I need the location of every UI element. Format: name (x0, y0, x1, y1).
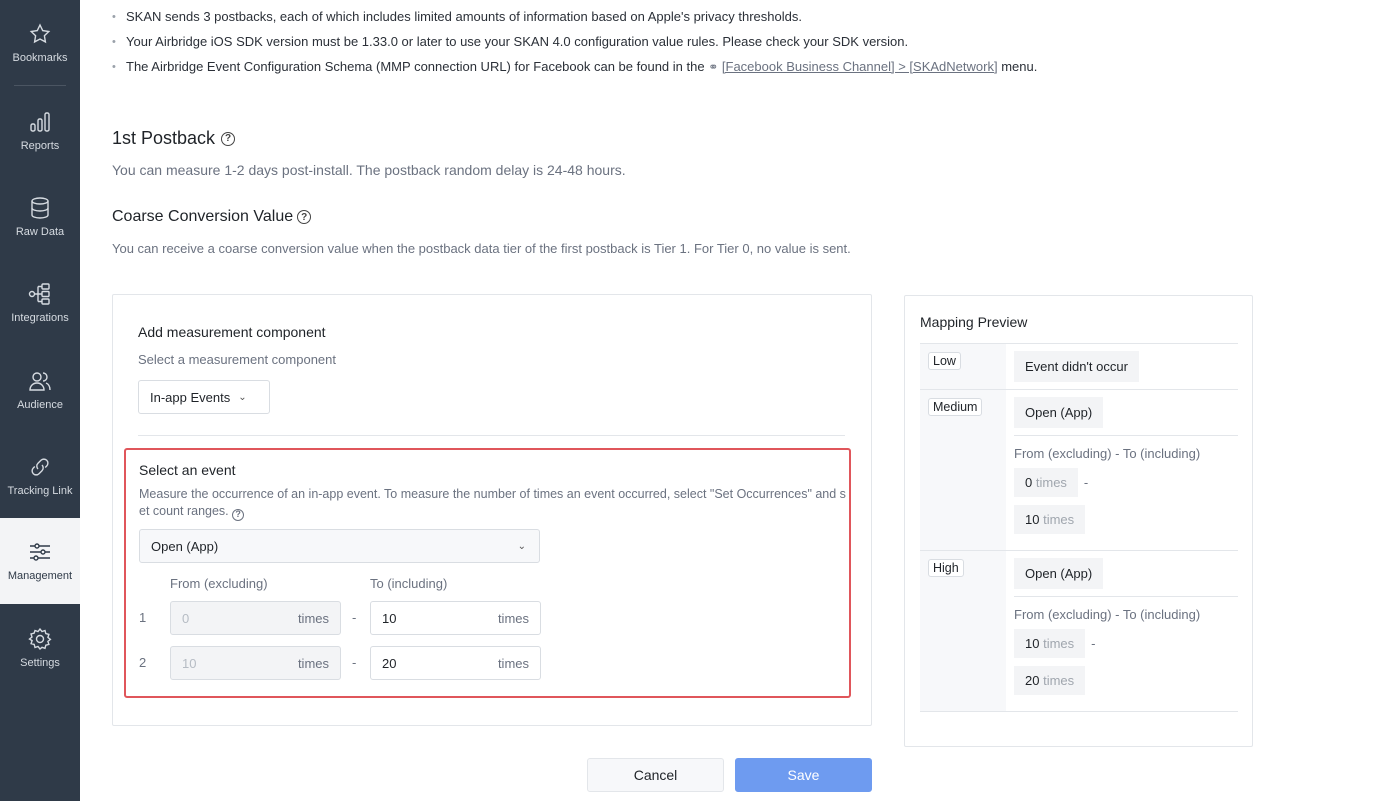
postback-title: 1st Postback ? (112, 128, 236, 149)
link-icon (31, 458, 49, 476)
main-content: SKAN sends 3 postbacks, each of which in… (80, 0, 1400, 801)
count-chip: 10 times (1014, 629, 1086, 658)
event-title: Select an event (139, 462, 236, 478)
count-chip: 10 times (1014, 505, 1086, 534)
sidebar-item-tracking-link[interactable]: Tracking Link (0, 433, 80, 519)
link-icon: ⚭ (708, 60, 719, 74)
integrations-icon (28, 283, 50, 305)
help-icon[interactable]: ? (297, 210, 312, 224)
event-select[interactable]: Open (App) ⌄ (139, 529, 540, 563)
tier-tag: Low (928, 352, 961, 370)
range-row-number: 1 (139, 610, 147, 625)
sidebar-item-audience[interactable]: Audience (0, 347, 80, 433)
from-label: From (excluding) (170, 576, 268, 591)
sidebar-item-raw-data[interactable]: Raw Data (0, 174, 80, 260)
sidebar-item-label: Reports (20, 140, 60, 152)
users-icon (29, 372, 51, 391)
coarse-title: Coarse Conversion Value ? (112, 208, 312, 226)
tier-tag: High (928, 559, 964, 577)
range-row-number: 2 (139, 655, 147, 670)
help-icon[interactable]: ? (232, 508, 245, 521)
sidebar-item-settings[interactable]: Settings (0, 605, 80, 691)
star-icon (29, 23, 51, 44)
cancel-button[interactable]: Cancel (587, 758, 724, 792)
divider (138, 435, 845, 436)
notes-list: SKAN sends 3 postbacks, each of which in… (112, 8, 1037, 83)
count-chip: 0 times (1014, 468, 1078, 497)
sidebar-item-label: Raw Data (15, 226, 65, 238)
mapping-row-high: High Open (App) From (excluding) - To (i… (920, 550, 1238, 712)
range-label: From (excluding) - To (including) (1014, 446, 1201, 461)
mapping-table: Low Event didn't occur Medium Open (App)… (920, 343, 1238, 712)
sidebar-item-label: Settings (20, 657, 60, 669)
sidebar-item-management[interactable]: Management (0, 518, 80, 604)
database-icon (31, 197, 49, 219)
event-chip: Open (App) (1014, 397, 1104, 428)
measurement-panel: Add measurement component Select a measu… (112, 294, 872, 726)
mapping-row-low: Low Event didn't occur (920, 343, 1238, 389)
note-item: SKAN sends 3 postbacks, each of which in… (112, 8, 1037, 33)
range-to-input[interactable]: 10 times (370, 601, 541, 635)
sliders-icon (30, 543, 50, 561)
event-desc: Measure the occurrence of an in-app even… (139, 487, 846, 521)
count-chip: 20 times (1014, 666, 1086, 695)
component-title: Add measurement component (138, 324, 326, 340)
range-separator: - (352, 655, 357, 670)
sidebar-item-bookmarks[interactable]: Bookmarks (0, 0, 80, 86)
component-desc: Select a measurement component (138, 352, 336, 367)
select-event-section: Select an event Measure the occurrence o… (124, 448, 851, 698)
note-item: The Airbridge Event Configuration Schema… (112, 58, 1037, 83)
chevron-down-icon: ⌄ (517, 540, 526, 552)
help-icon[interactable]: ? (221, 131, 236, 146)
sidebar-item-label: Tracking Link (7, 485, 73, 497)
tier-tag: Medium (928, 398, 983, 416)
component-select[interactable]: In-app Events ⌄ (138, 380, 270, 414)
range-separator: - (352, 610, 357, 625)
sidebar-item-label: Integrations (11, 312, 69, 324)
sidebar-item-label: Management (7, 570, 73, 582)
postback-desc: You can measure 1-2 days post-install. T… (112, 162, 626, 178)
range-to-input[interactable]: 20 times (370, 646, 541, 680)
mapping-preview-title: Mapping Preview (920, 314, 1028, 330)
sidebar-divider (14, 85, 66, 86)
coarse-desc: You can receive a coarse conversion valu… (112, 241, 851, 256)
event-chip: Open (App) (1014, 558, 1104, 589)
bar-chart-icon (30, 112, 50, 132)
sidebar-item-label: Bookmarks (12, 52, 68, 64)
note-item: Your Airbridge iOS SDK version must be 1… (112, 33, 1037, 58)
event-chip: Event didn't occur (1014, 351, 1139, 382)
sidebar: Bookmarks Reports Raw Data Integrations … (0, 0, 80, 801)
to-label: To (including) (370, 576, 448, 591)
range-label: From (excluding) - To (including) (1014, 607, 1201, 622)
mapping-preview-panel: Mapping Preview Low Event didn't occur M… (904, 295, 1253, 747)
range-from-input: 10 times (170, 646, 341, 680)
gear-icon (28, 627, 52, 651)
range-from-input: 0 times (170, 601, 341, 635)
sidebar-item-label: Audience (17, 399, 63, 411)
sidebar-item-reports[interactable]: Reports (0, 88, 80, 174)
mapping-row-medium: Medium Open (App) From (excluding) - To … (920, 389, 1238, 550)
sidebar-item-integrations[interactable]: Integrations (0, 260, 80, 346)
facebook-skadnetwork-link[interactable]: [Facebook Business Channel] > [SKAdNetwo… (722, 59, 998, 74)
save-button[interactable]: Save (735, 758, 872, 792)
chevron-down-icon: ⌄ (238, 391, 247, 403)
